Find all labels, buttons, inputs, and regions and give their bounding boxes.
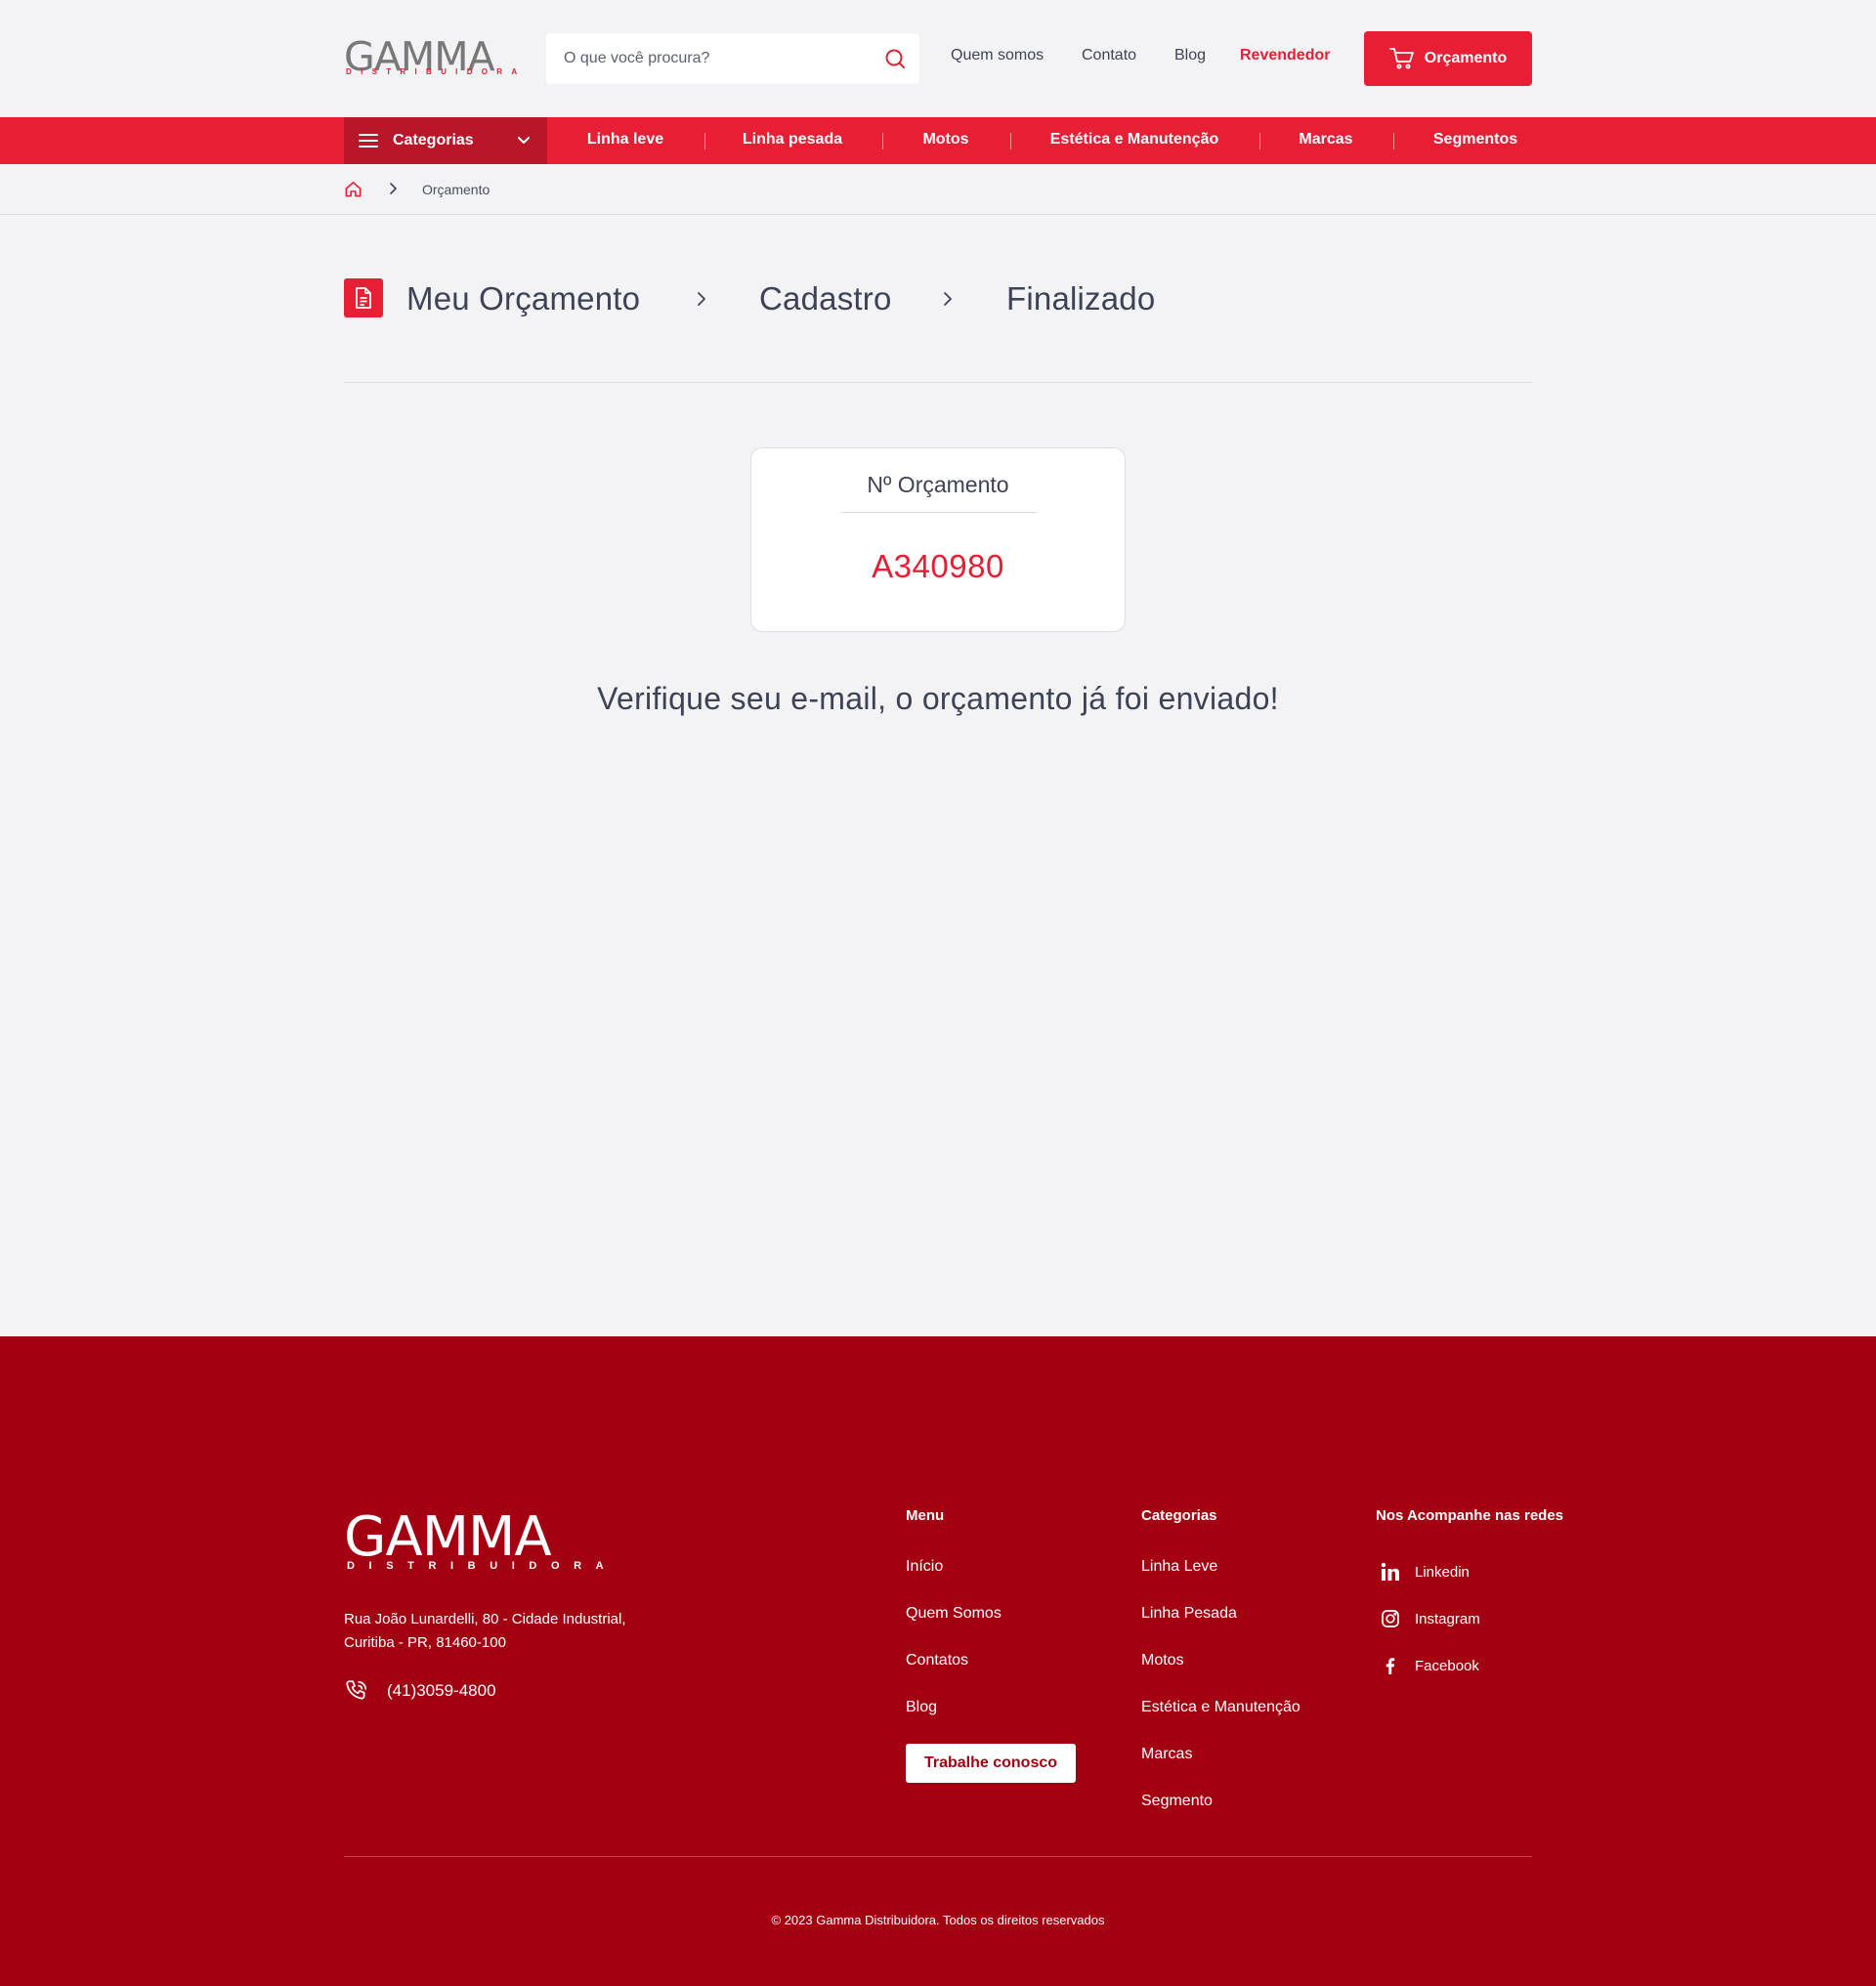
categories-dropdown[interactable]: Categorias <box>344 117 547 164</box>
social-facebook[interactable]: Facebook <box>1380 1655 1479 1676</box>
facebook-label: Facebook <box>1415 1657 1479 1674</box>
orcamento-button-label: Orçamento <box>1424 50 1508 66</box>
logo-subtitle: DISTRIBUIDORA <box>346 67 527 76</box>
instagram-label: Instagram <box>1415 1610 1480 1627</box>
category-bar: Categorias Linha leve Linha pesada Motos… <box>0 117 1876 164</box>
cat-link-marcas[interactable]: Marcas <box>1299 131 1352 148</box>
chevron-down-icon <box>518 137 530 144</box>
footer-social-title: Nos Acompanhe nas redes <box>1376 1507 1564 1524</box>
search-input[interactable] <box>546 33 859 84</box>
footer-logo-wordmark: GAMMA <box>344 1505 552 1569</box>
footer-address: Rua João Lunardelli, 80 - Cidade Industr… <box>344 1608 657 1655</box>
cat-divider <box>1259 133 1260 149</box>
cat-divider <box>704 133 705 149</box>
footer-cat-linha-pesada[interactable]: Linha Pesada <box>1141 1605 1237 1623</box>
footer-categories-title: Categorias <box>1141 1507 1217 1524</box>
footer-link-blog[interactable]: Blog <box>906 1699 937 1716</box>
orcamento-button[interactable]: Orçamento <box>1364 31 1532 86</box>
phone-icon <box>346 1680 367 1700</box>
cat-divider <box>1010 133 1011 149</box>
address-line-2: Curitiba - PR, 81460-100 <box>344 1634 506 1651</box>
cat-divider <box>882 133 883 149</box>
chevron-right-icon <box>390 183 397 194</box>
footer-link-inicio[interactable]: Início <box>906 1558 943 1576</box>
site-header: GAMMA DISTRIBUIDORA Quem somos Contato B… <box>0 0 1876 117</box>
cat-link-segmentos[interactable]: Segmentos <box>1433 131 1517 148</box>
step-finalizado: Finalizado <box>1006 280 1156 317</box>
menu-icon <box>359 134 378 148</box>
quote-number-title: Nº Orçamento <box>867 472 1009 497</box>
divider <box>344 382 1532 383</box>
nav-link-revendedor[interactable]: Revendedor <box>1240 47 1330 64</box>
footer-cat-estetica-manutencao[interactable]: Estética e Manutenção <box>1141 1699 1300 1716</box>
footer-link-contatos[interactable]: Contatos <box>906 1652 968 1669</box>
linkedin-label: Linkedin <box>1415 1563 1470 1581</box>
chevron-right-icon <box>698 292 705 306</box>
social-linkedin[interactable]: Linkedin <box>1380 1561 1470 1583</box>
instagram-icon <box>1380 1608 1401 1629</box>
phone-number: (41)3059-4800 <box>387 1681 496 1700</box>
quote-number-card: Nº Orçamento A340980 <box>750 447 1126 632</box>
nav-link-blog[interactable]: Blog <box>1174 47 1206 64</box>
footer-divider <box>344 1856 1532 1857</box>
social-instagram[interactable]: Instagram <box>1380 1608 1480 1629</box>
breadcrumb-current: Orçamento <box>422 182 490 197</box>
cat-link-linha-leve[interactable]: Linha leve <box>587 131 663 148</box>
cat-link-linha-pesada[interactable]: Linha pesada <box>743 131 842 148</box>
home-icon[interactable] <box>344 180 362 198</box>
search-icon[interactable] <box>883 47 907 70</box>
chevron-right-icon <box>944 292 952 306</box>
step-cadastro: Cadastro <box>759 280 892 317</box>
address-line-1: Rua João Lunardelli, 80 - Cidade Industr… <box>344 1611 626 1627</box>
footer-cat-motos[interactable]: Motos <box>1141 1652 1184 1669</box>
divider <box>840 512 1038 513</box>
cat-link-estetica-manutencao[interactable]: Estética e Manutenção <box>1050 131 1219 148</box>
copyright-text: © 2023 Gamma Distribuidora. Todos os dir… <box>771 1913 1105 1927</box>
gamma-logo[interactable]: GAMMA DISTRIBUIDORA <box>344 33 518 80</box>
footer-menu-title: Menu <box>906 1507 945 1524</box>
cat-link-motos[interactable]: Motos <box>922 131 968 148</box>
confirmation-message: Verifique seu e-mail, o orçamento já foi… <box>597 681 1279 716</box>
categories-label: Categorias <box>393 132 474 148</box>
nav-link-contato[interactable]: Contato <box>1082 47 1136 64</box>
cart-icon <box>1388 48 1414 69</box>
footer-cat-segmento[interactable]: Segmento <box>1141 1793 1213 1810</box>
quote-number-value: A340980 <box>872 548 1004 584</box>
footer-gamma-logo[interactable]: GAMMA DISTRIBUIDORA <box>344 1508 604 1573</box>
footer-phone[interactable]: (41)3059-4800 <box>344 1678 496 1704</box>
cat-divider <box>1393 133 1394 149</box>
nav-link-quem-somos[interactable]: Quem somos <box>951 47 1044 64</box>
document-icon <box>344 278 383 317</box>
facebook-icon <box>1380 1655 1401 1676</box>
footer-logo-subtitle: DISTRIBUIDORA <box>347 1560 618 1572</box>
breadcrumb: Orçamento <box>0 164 1876 215</box>
search-box <box>546 33 919 84</box>
footer-link-quem-somos[interactable]: Quem Somos <box>906 1605 1002 1623</box>
site-footer: GAMMA DISTRIBUIDORA Rua João Lunardelli,… <box>0 1336 1876 1986</box>
linkedin-icon <box>1380 1561 1401 1583</box>
step-meu-orcamento: Meu Orçamento <box>406 280 641 317</box>
footer-cat-linha-leve[interactable]: Linha Leve <box>1141 1558 1217 1576</box>
footer-cat-marcas[interactable]: Marcas <box>1141 1746 1192 1763</box>
trabalhe-conosco-button[interactable]: Trabalhe conosco <box>906 1744 1076 1783</box>
